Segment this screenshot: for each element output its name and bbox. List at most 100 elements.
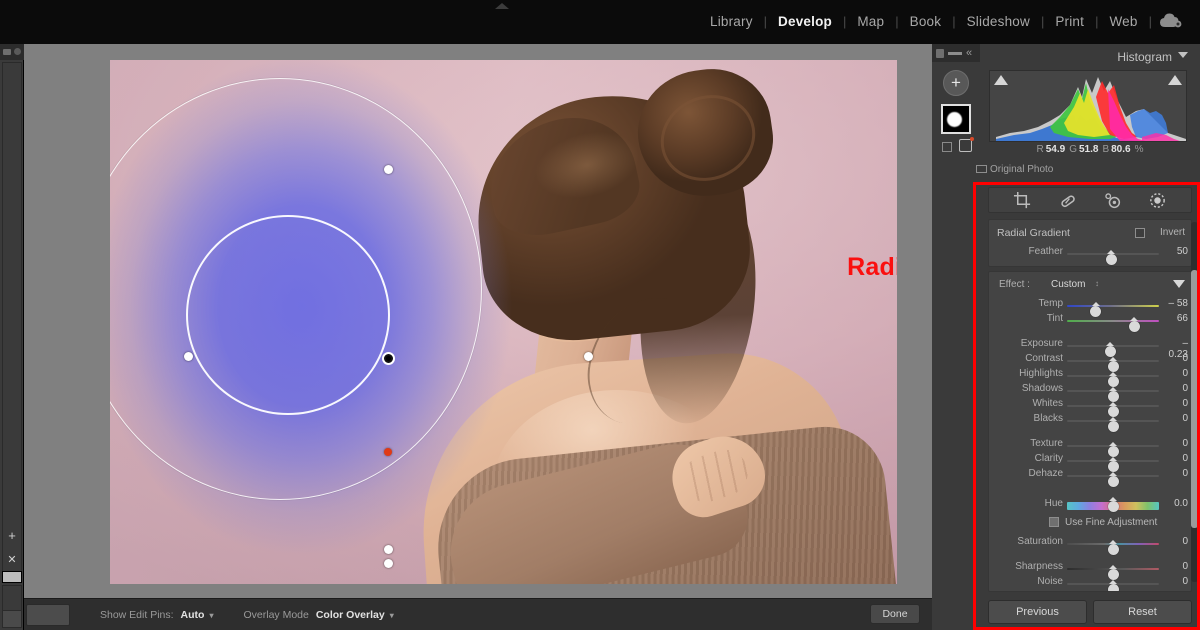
menu-item-slideshow[interactable]: Slideshow: [956, 0, 1041, 44]
slider-track-contrast[interactable]: [1067, 360, 1159, 362]
toolbar-drag-handle[interactable]: [26, 604, 70, 626]
mask-options-icon[interactable]: [959, 139, 972, 152]
slider-track-shadows[interactable]: [1067, 390, 1159, 392]
slider-track-saturation[interactable]: [1067, 543, 1159, 545]
left-panel-collapsed[interactable]: + ✕: [0, 44, 24, 630]
slider-row-highlights: Highlights0: [989, 368, 1191, 383]
overlay-mode-value[interactable]: Color Overlay▾: [316, 609, 394, 621]
effect-section: Effect : Custom ↕ Temp– 58Tint66Exposure…: [988, 271, 1192, 592]
feather-track[interactable]: [1067, 253, 1159, 255]
histogram-graph[interactable]: [989, 70, 1187, 142]
masking-icon[interactable]: [1148, 191, 1167, 210]
slider-track-whites[interactable]: [1067, 405, 1159, 407]
menu-item-web[interactable]: Web: [1098, 0, 1148, 44]
slider-track-tint[interactable]: [1067, 320, 1159, 322]
feather-knob[interactable]: [1106, 254, 1117, 265]
panel-button-row: Previous Reset: [988, 600, 1192, 624]
left-panel-body: [2, 62, 22, 582]
slider-label-blacks: Blacks: [991, 413, 1063, 424]
menu-item-print[interactable]: Print: [1044, 0, 1095, 44]
slider-label-dehaze: Dehaze: [991, 468, 1063, 479]
previous-button[interactable]: Previous: [988, 600, 1087, 624]
slider-track-texture[interactable]: [1067, 445, 1159, 447]
radial-handle-left[interactable]: [184, 352, 193, 361]
menu-item-library[interactable]: Library: [699, 0, 764, 44]
slider-track-highlights[interactable]: [1067, 375, 1159, 377]
mask-visibility-checkbox[interactable]: [942, 142, 952, 152]
image-canvas[interactable]: Radial Gradient Mask: [24, 44, 932, 598]
hue-track[interactable]: [1067, 502, 1159, 510]
slider-knob-saturation[interactable]: [1108, 544, 1119, 555]
spot-removal-icon[interactable]: [1058, 191, 1077, 210]
slider-label-tint: Tint: [991, 313, 1063, 324]
menu-item-map[interactable]: Map: [846, 0, 895, 44]
slider-knob-blacks[interactable]: [1108, 421, 1119, 432]
slider-track-dehaze[interactable]: [1067, 475, 1159, 477]
chevron-left-double-icon[interactable]: «: [966, 48, 972, 59]
slider-track-exposure[interactable]: [1067, 345, 1159, 347]
done-button[interactable]: Done: [870, 604, 920, 624]
hue-slider-row: Hue 0.0: [989, 498, 1191, 513]
slider-knob-dehaze[interactable]: [1108, 476, 1119, 487]
slider-knob-tint[interactable]: [1129, 321, 1140, 332]
invert-checkbox[interactable]: [1135, 228, 1145, 238]
use-fine-adjustment-checkbox[interactable]: [1049, 517, 1059, 527]
left-panel-footer-button[interactable]: [2, 610, 22, 628]
crop-tool-icon[interactable]: [1013, 191, 1032, 210]
histogram-header: Histogram: [980, 44, 1200, 70]
radial-handle-top[interactable]: [384, 165, 393, 174]
shadow-clipping-icon[interactable]: [994, 75, 1008, 85]
effect-row: Effect : Custom ↕: [989, 276, 1191, 291]
menu-item-develop[interactable]: Develop: [767, 0, 843, 44]
close-icon[interactable]: ✕: [3, 552, 21, 568]
tool-strip: [988, 187, 1192, 213]
highlight-clipping-icon[interactable]: [1168, 75, 1182, 85]
mask-thumbnail[interactable]: [941, 104, 971, 134]
radial-handle-bottom[interactable]: [384, 545, 393, 554]
right-panel: « + Histogram: [932, 44, 1200, 630]
cloud-sync-icon[interactable]: [1158, 12, 1184, 32]
add-mask-button[interactable]: +: [943, 70, 969, 96]
slider-value-texture: 0: [1162, 438, 1188, 449]
slider-value-blacks: 0: [1162, 413, 1188, 424]
effect-spinner-icon[interactable]: ↕: [1095, 278, 1099, 289]
grid-icon: [3, 49, 11, 55]
show-edit-pins-value[interactable]: Auto▾: [181, 609, 214, 621]
slider-label-contrast: Contrast: [991, 353, 1063, 364]
menu-item-book[interactable]: Book: [899, 0, 953, 44]
radial-inner-ellipse[interactable]: [186, 215, 390, 415]
overlay-mode-value-text: Color Overlay: [316, 609, 385, 621]
histogram-rgb-readout: R54.9G51.8B80.6%: [980, 144, 1200, 155]
top-panel-collapse-arrow[interactable]: [493, 1, 511, 10]
mask-type-title: Radial Gradient: [997, 227, 1070, 239]
photo-preview[interactable]: Radial Gradient Mask: [110, 60, 897, 584]
slider-row-sharpness: Sharpness0: [989, 561, 1191, 576]
slider-track-clarity[interactable]: [1067, 460, 1159, 462]
slider-track-sharpness[interactable]: [1067, 568, 1159, 570]
slider-track-blacks[interactable]: [1067, 420, 1159, 422]
slider-track-noise[interactable]: [1067, 583, 1159, 585]
red-eye-icon[interactable]: [1103, 191, 1122, 210]
chevron-down-icon[interactable]: [1178, 52, 1188, 58]
panel-scrollbar-thumb[interactable]: [1191, 270, 1198, 528]
effect-expand-caret-icon[interactable]: [1173, 280, 1185, 288]
hue-knob[interactable]: [1108, 501, 1119, 512]
radial-handle-right[interactable]: [584, 352, 593, 361]
mask-thumbnail-blob: [947, 112, 962, 127]
invert-label: Invert: [1160, 227, 1185, 238]
slider-value-temp: – 58: [1162, 298, 1188, 309]
slider-label-sharpness: Sharpness: [991, 561, 1063, 572]
panel-scrollbar[interactable]: [1191, 222, 1198, 582]
add-icon[interactable]: +: [3, 528, 21, 544]
radial-handle-bottom-outer[interactable]: [384, 559, 393, 568]
radial-feather-handle[interactable]: [384, 448, 392, 456]
selected-swatch[interactable]: [2, 571, 22, 583]
bottom-toolbar: Show Edit Pins: Auto▾ Overlay Mode Color…: [24, 598, 932, 630]
radial-center-pin[interactable]: [382, 352, 395, 365]
reset-button[interactable]: Reset: [1093, 600, 1192, 624]
panel-minimize-icon[interactable]: [948, 52, 962, 55]
slider-knob-noise[interactable]: [1108, 584, 1119, 591]
slider-track-temp[interactable]: [1067, 305, 1159, 307]
effect-preset-value[interactable]: Custom: [1051, 279, 1085, 290]
original-photo-toggle[interactable]: Original Photo: [990, 164, 1053, 175]
